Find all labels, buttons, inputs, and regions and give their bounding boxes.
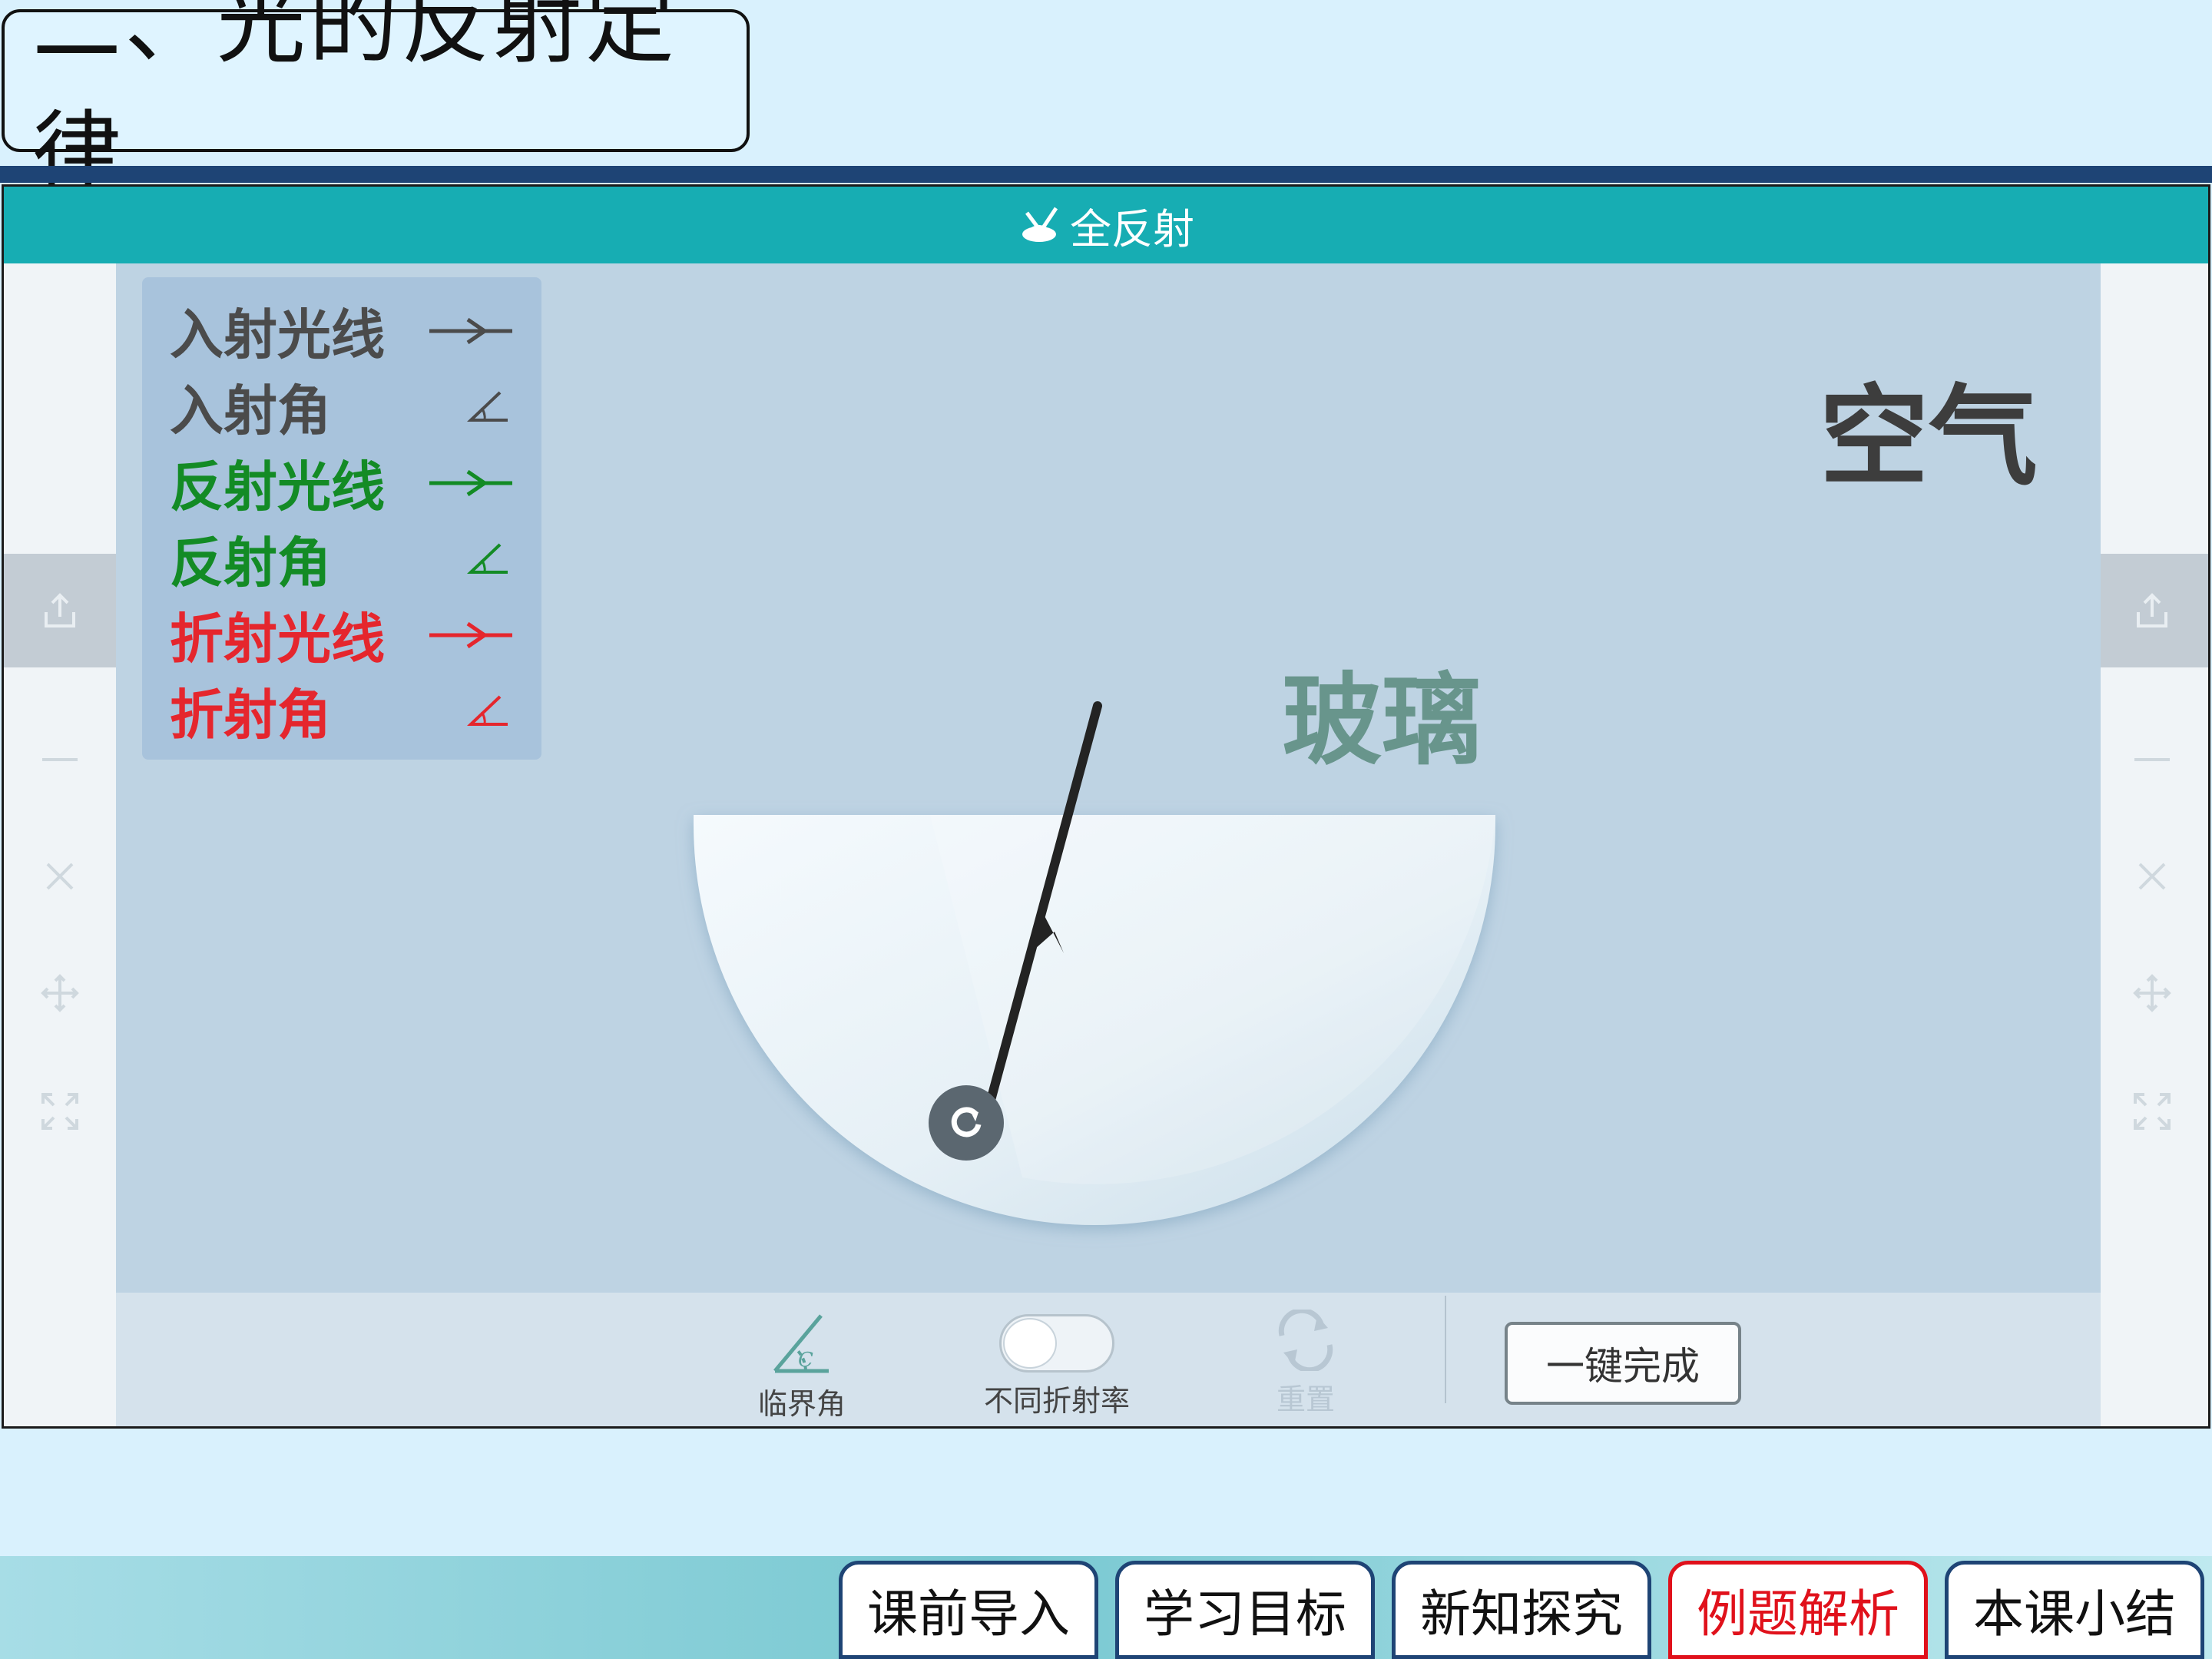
legend-label: 入射光线 — [170, 303, 385, 366]
medium-air-label: 空气 — [1820, 374, 2038, 501]
simulation-stage: 入射光线入射角反射光线反射角折射光线折射角 空气 玻璃 — [116, 263, 2101, 1293]
close-icon — [46, 863, 74, 890]
one-click-complete-button[interactable]: 一键完成 — [1505, 1322, 1741, 1405]
app-header: 全反射 — [4, 187, 2208, 263]
legend-row: 反射角 — [170, 521, 541, 597]
legend-row: 折射光线 — [170, 597, 541, 673]
legend-label: 反射光线 — [170, 455, 385, 518]
right-toolbar — [2096, 263, 2208, 1426]
minimize-button-right[interactable] — [2096, 729, 2208, 790]
minus-icon — [2134, 758, 2170, 761]
critical-angle-icon: C — [773, 1314, 829, 1373]
ray-arrow-icon — [429, 621, 512, 648]
reset-icon — [1278, 1310, 1333, 1371]
left-toolbar — [4, 263, 116, 1426]
move-icon — [2133, 974, 2171, 1012]
legend-label: 反射角 — [170, 531, 331, 594]
critical-angle-label: 临界角 — [758, 1387, 846, 1421]
nav-pre-class-intro[interactable]: 课前导入 — [839, 1561, 1098, 1659]
svg-text:C: C — [798, 1349, 813, 1372]
share-button-right[interactable] — [2096, 554, 2208, 667]
nav-lesson-summary[interactable]: 本课小结 — [1945, 1561, 2204, 1659]
move-button-right[interactable] — [2096, 962, 2208, 1024]
close-button-right[interactable] — [2096, 846, 2208, 907]
angle-icon — [466, 391, 508, 422]
critical-angle-button[interactable]: C 临界角 — [758, 1306, 846, 1422]
legend-label: 折射光线 — [170, 608, 385, 671]
move-button-left[interactable] — [4, 962, 116, 1024]
expand-icon — [41, 1093, 78, 1130]
share-icon — [45, 593, 75, 628]
share-icon — [2137, 593, 2167, 628]
legend-row: 折射角 — [170, 673, 541, 749]
slide-title: 二、光的反射定律 — [2, 0, 750, 205]
reset-label: 重置 — [1276, 1382, 1335, 1416]
toggle-switch[interactable] — [999, 1314, 1114, 1373]
medium-glass-label: 玻璃 — [1282, 662, 1482, 779]
total-reflection-icon — [1022, 207, 1058, 242]
different-index-toggle[interactable]: 不同折射率 — [984, 1314, 1130, 1419]
control-divider — [1445, 1296, 1446, 1403]
share-button-left[interactable] — [4, 554, 116, 667]
rotate-icon — [951, 1107, 982, 1137]
move-icon — [41, 974, 79, 1012]
reset-button[interactable]: 重置 — [1273, 1310, 1339, 1418]
minimize-button-left[interactable] — [4, 729, 116, 790]
control-bar: C 临界角 不同折射率 重置 一键完成 — [116, 1293, 2101, 1426]
legend-row: 入射光线 — [170, 293, 541, 369]
legend-row: 入射角 — [170, 369, 541, 445]
app-title: 全反射 — [1070, 204, 1194, 253]
angle-icon — [466, 543, 508, 574]
legend-row: 反射光线 — [170, 445, 541, 521]
title-divider — [0, 166, 2212, 183]
rotate-handle[interactable] — [929, 1085, 1004, 1161]
legend-label: 折射角 — [170, 684, 331, 747]
toggle-knob — [1003, 1318, 1057, 1369]
legend-label: 入射角 — [170, 379, 331, 442]
legend-panel: 入射光线入射角反射光线反射角折射光线折射角 — [142, 277, 541, 760]
expand-button-left[interactable] — [4, 1081, 116, 1142]
close-button-left[interactable] — [4, 846, 116, 907]
ray-arrow-icon — [429, 469, 512, 496]
expand-button-right[interactable] — [2096, 1081, 2208, 1142]
minus-icon — [42, 758, 78, 761]
simulation-window: 全反射 入射光线 入射角 反射光线 反射角 折射光线 折射角 空气 玻璃 C 临… — [2, 184, 2210, 1429]
expand-icon — [2134, 1093, 2171, 1130]
nav-new-knowledge[interactable]: 新知探究 — [1392, 1561, 1651, 1659]
angle-icon — [466, 695, 508, 726]
nav-learning-goals[interactable]: 学习目标 — [1115, 1561, 1375, 1659]
different-index-label: 不同折射率 — [984, 1384, 1131, 1418]
ray-arrow-icon — [429, 317, 512, 344]
nav-example-analysis[interactable]: 例题解析 — [1668, 1561, 1928, 1659]
close-icon — [2138, 863, 2166, 890]
